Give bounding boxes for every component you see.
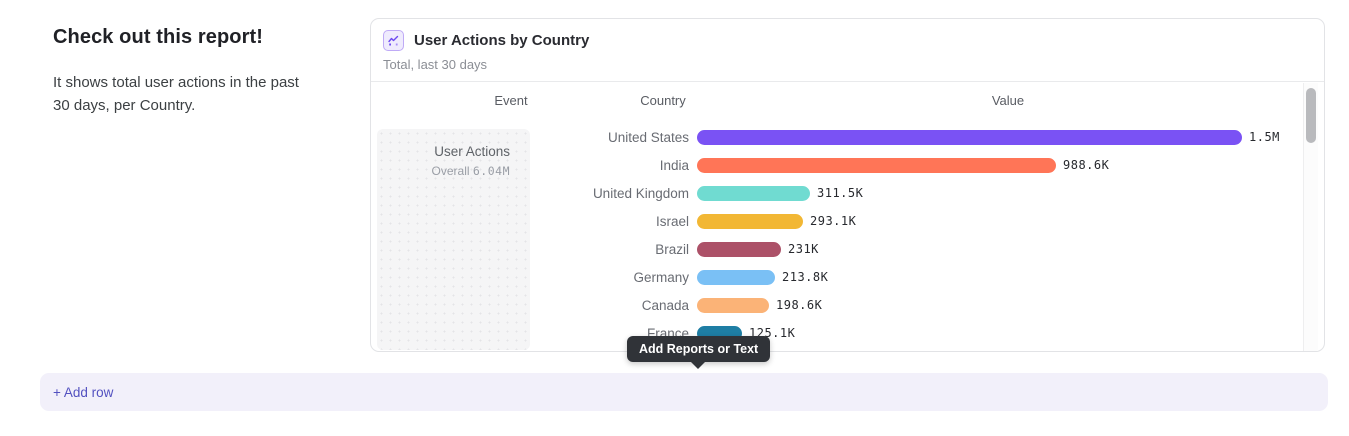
value-bar[interactable] <box>697 214 803 229</box>
country-label: Brazil <box>371 242 689 257</box>
column-header-event: Event <box>494 93 527 108</box>
line-chart-icon <box>383 30 404 51</box>
country-label: Canada <box>371 298 689 313</box>
value-bar[interactable] <box>697 270 775 285</box>
value-bar[interactable] <box>697 158 1056 173</box>
bar-rows: United States 1.5M India 988.6K United Kingd… <box>371 123 1302 347</box>
country-label: United States <box>371 130 689 145</box>
country-label: Germany <box>371 270 689 285</box>
scrollbar-track[interactable] <box>1303 83 1318 351</box>
value-label: 213.8K <box>782 270 828 284</box>
intro-text-block: Check out this report! It shows total us… <box>53 26 303 117</box>
report-card[interactable]: User Actions by Country Total, last 30 d… <box>370 18 1325 352</box>
add-row-button[interactable]: + Add row <box>40 373 1328 411</box>
page-description: It shows total user actions in the past … <box>53 71 303 117</box>
report-title: User Actions by Country <box>414 32 589 49</box>
report-card-header: User Actions by Country Total, last 30 d… <box>371 19 1324 82</box>
column-header-country: Country <box>640 93 686 108</box>
table-row[interactable]: United States 1.5M <box>371 123 1302 151</box>
value-label: 293.1K <box>810 214 856 228</box>
bar-chart: Event Country Value User Actions Overall… <box>371 82 1324 352</box>
report-subtitle: Total, last 30 days <box>383 57 1310 72</box>
value-bar[interactable] <box>697 130 1242 145</box>
add-row-label: + Add row <box>53 385 113 400</box>
tooltip-label: Add Reports or Text <box>639 342 758 356</box>
country-label: United Kingdom <box>371 186 689 201</box>
value-label: 1.5M <box>1249 130 1280 144</box>
country-label: Israel <box>371 214 689 229</box>
table-row[interactable]: Germany 213.8K <box>371 263 1302 291</box>
table-row[interactable]: India 988.6K <box>371 151 1302 179</box>
table-row[interactable]: Canada 198.6K <box>371 291 1302 319</box>
value-bar[interactable] <box>697 298 769 313</box>
country-label: India <box>371 158 689 173</box>
value-label: 311.5K <box>817 186 863 200</box>
column-header-value: Value <box>992 93 1024 108</box>
value-label: 198.6K <box>776 298 822 312</box>
value-bar[interactable] <box>697 186 810 201</box>
value-label: 231K <box>788 242 819 256</box>
value-label: 988.6K <box>1063 158 1109 172</box>
add-reports-tooltip: Add Reports or Text <box>627 336 770 362</box>
table-row[interactable]: United Kingdom 311.5K <box>371 179 1302 207</box>
table-row[interactable]: Brazil 231K <box>371 235 1302 263</box>
table-row[interactable]: France125.1K <box>371 319 1302 347</box>
scrollbar-thumb[interactable] <box>1306 88 1316 143</box>
value-bar[interactable] <box>697 242 781 257</box>
tooltip-caret-icon <box>690 361 706 369</box>
page-title: Check out this report! <box>53 26 303 49</box>
table-row[interactable]: Israel 293.1K <box>371 207 1302 235</box>
